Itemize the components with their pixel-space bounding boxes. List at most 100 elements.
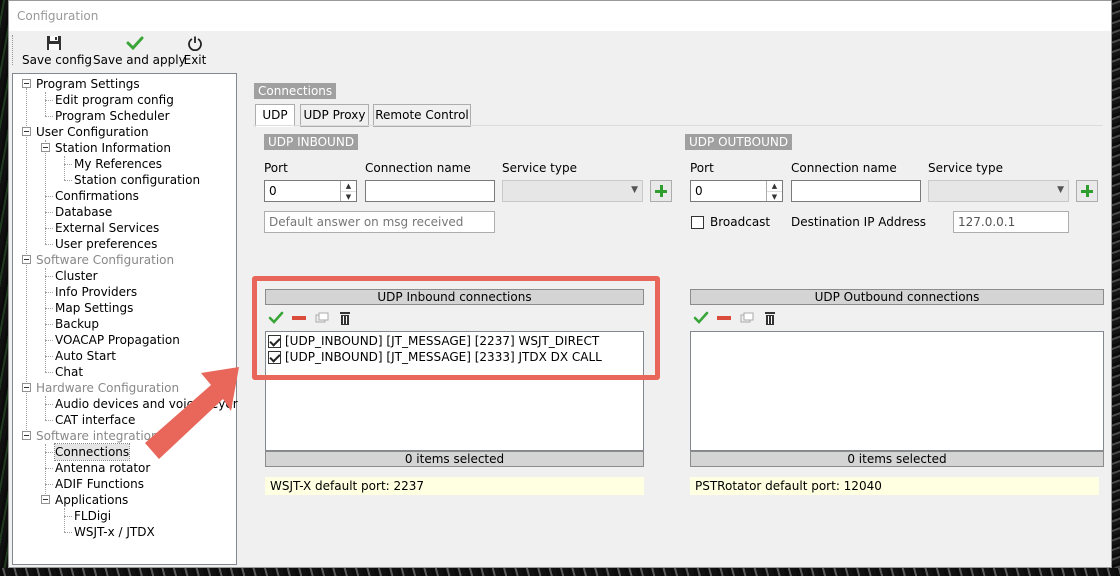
inbound-service-type-select[interactable]: ▼ bbox=[502, 180, 643, 202]
tree-database[interactable]: Database bbox=[55, 204, 112, 220]
tree-connector bbox=[45, 244, 53, 245]
tree-map-settings[interactable]: Map Settings bbox=[55, 300, 133, 316]
tree-user-configuration[interactable]: User Configuration bbox=[36, 124, 149, 140]
outbound-port-spinner[interactable]: ▲ ▼ bbox=[766, 181, 782, 201]
tree-connector bbox=[45, 116, 53, 117]
enable-check-icon[interactable] bbox=[693, 310, 709, 326]
tree-program-settings[interactable]: Program Settings bbox=[36, 76, 140, 92]
tab-pane-divider bbox=[253, 125, 1103, 126]
tree-cat-interface[interactable]: CAT interface bbox=[55, 412, 135, 428]
tree-program-scheduler[interactable]: Program Scheduler bbox=[55, 108, 170, 124]
tree-user-preferences[interactable]: User preferences bbox=[55, 236, 157, 252]
trash-icon[interactable] bbox=[337, 310, 353, 326]
spin-up-icon[interactable]: ▲ bbox=[341, 181, 356, 191]
destination-ip-input[interactable]: 127.0.0.1 bbox=[953, 211, 1069, 233]
desktop-background-right bbox=[1112, 0, 1120, 576]
default-answer-input[interactable]: Default answer on msg received bbox=[264, 211, 495, 233]
tree-connector bbox=[64, 180, 72, 181]
collapse-toggle[interactable] bbox=[22, 127, 31, 136]
list-item[interactable]: [UDP_INBOUND] [JT_MESSAGE] [2237] WSJT_D… bbox=[285, 333, 599, 349]
edit-window-icon[interactable] bbox=[314, 310, 330, 326]
inbound-service-type-label: Service type bbox=[502, 161, 577, 175]
collapse-toggle[interactable] bbox=[41, 143, 50, 152]
inbound-port-spinner[interactable]: ▲ ▼ bbox=[340, 181, 356, 201]
tree-antenna-rotator[interactable]: Antenna rotator bbox=[55, 460, 150, 476]
tree-hardware-configuration[interactable]: Hardware Configuration bbox=[36, 380, 179, 396]
tree-chat[interactable]: Chat bbox=[55, 364, 83, 380]
tree-fldigi[interactable]: FLDigi bbox=[74, 508, 111, 524]
tree-connector bbox=[45, 420, 53, 421]
tree-wsjt-jtdx[interactable]: WSJT-x / JTDX bbox=[74, 524, 155, 540]
inbound-connection-name-input[interactable] bbox=[365, 180, 495, 202]
save-config-label: Save config bbox=[22, 53, 92, 67]
tab-udp-proxy[interactable]: UDP Proxy bbox=[300, 104, 369, 127]
tree-connector bbox=[45, 228, 53, 229]
tree-station-information[interactable]: Station Information bbox=[55, 140, 171, 156]
tree-connections[interactable]: Connections bbox=[53, 443, 131, 461]
collapse-toggle[interactable] bbox=[22, 255, 31, 264]
save-and-apply-button[interactable]: Save and apply bbox=[93, 35, 186, 67]
tree-info-providers[interactable]: Info Providers bbox=[55, 284, 137, 300]
exit-label: Exit bbox=[183, 53, 207, 67]
spin-down-icon[interactable]: ▼ bbox=[767, 191, 782, 201]
tree-connector bbox=[45, 324, 53, 325]
tab-remote-control[interactable]: Remote Control bbox=[373, 104, 471, 127]
tree-connector bbox=[45, 212, 53, 213]
exit-button[interactable]: Exit bbox=[182, 35, 208, 67]
enable-check-icon[interactable] bbox=[268, 310, 284, 326]
tree-connector bbox=[45, 100, 53, 101]
chevron-down-icon: ▼ bbox=[631, 185, 638, 195]
tree-backup[interactable]: Backup bbox=[55, 316, 99, 332]
tree-adif-functions[interactable]: ADIF Functions bbox=[55, 476, 144, 492]
inbound-add-button[interactable] bbox=[650, 180, 672, 202]
tree-voacap-propagation[interactable]: VOACAP Propagation bbox=[55, 332, 180, 348]
remove-icon[interactable] bbox=[716, 310, 732, 326]
checkmark-icon bbox=[126, 36, 144, 51]
inbound-item-checkbox[interactable] bbox=[268, 335, 281, 348]
collapse-toggle[interactable] bbox=[41, 495, 50, 504]
save-config-button[interactable]: Save config bbox=[22, 35, 92, 67]
title-bar[interactable]: Configuration bbox=[9, 1, 1111, 31]
tree-external-services[interactable]: External Services bbox=[55, 220, 159, 236]
tree-confirmations[interactable]: Confirmations bbox=[55, 188, 139, 204]
inbound-item-checkbox[interactable] bbox=[268, 351, 281, 364]
tree-audio-devices[interactable]: Audio devices and voice keyer bbox=[55, 396, 238, 412]
outbound-selection-status: 0 items selected bbox=[690, 451, 1104, 467]
tree-applications[interactable]: Applications bbox=[55, 492, 128, 508]
udp-outbound-title: UDP OUTBOUND bbox=[685, 134, 793, 150]
desktop-background-left bbox=[0, 0, 8, 576]
tree-edit-program-config[interactable]: Edit program config bbox=[55, 92, 174, 108]
inbound-list-header: UDP Inbound connections bbox=[265, 289, 644, 305]
list-item[interactable]: [UDP_INBOUND] [JT_MESSAGE] [2333] JTDX D… bbox=[285, 349, 602, 365]
remove-icon[interactable] bbox=[291, 310, 307, 326]
collapse-toggle[interactable] bbox=[22, 79, 31, 88]
toolbar-grip[interactable] bbox=[12, 35, 14, 65]
configuration-window: Configuration Save config Save and apply… bbox=[8, 0, 1112, 568]
tree-my-references[interactable]: My References bbox=[74, 156, 162, 172]
edit-window-icon[interactable] bbox=[739, 310, 755, 326]
trash-icon[interactable] bbox=[762, 310, 778, 326]
inbound-port-hint: WSJT-X default port: 2237 bbox=[265, 477, 644, 495]
broadcast-checkbox[interactable] bbox=[691, 216, 704, 229]
spin-down-icon[interactable]: ▼ bbox=[341, 191, 356, 201]
connections-group-title: Connections bbox=[254, 83, 337, 99]
tree-station-configuration[interactable]: Station configuration bbox=[74, 172, 200, 188]
outbound-connections-list[interactable] bbox=[690, 331, 1104, 451]
power-icon bbox=[188, 36, 202, 51]
outbound-add-button[interactable] bbox=[1076, 180, 1098, 202]
settings-tree[interactable]: Program Settings Edit program config Pro… bbox=[12, 73, 238, 565]
outbound-connection-name-input[interactable] bbox=[791, 180, 921, 202]
tree-connector bbox=[45, 340, 53, 341]
collapse-toggle[interactable] bbox=[22, 431, 31, 440]
outbound-service-type-select[interactable]: ▼ bbox=[928, 180, 1069, 202]
tree-auto-start[interactable]: Auto Start bbox=[55, 348, 116, 364]
tree-software-configuration[interactable]: Software Configuration bbox=[36, 252, 174, 268]
spin-up-icon[interactable]: ▲ bbox=[767, 181, 782, 191]
collapse-toggle[interactable] bbox=[22, 383, 31, 392]
tree-software-integration[interactable]: Software integration bbox=[36, 428, 159, 444]
tab-udp[interactable]: UDP bbox=[255, 104, 295, 127]
inbound-connections-list[interactable]: [UDP_INBOUND] [JT_MESSAGE] [2237] WSJT_D… bbox=[265, 331, 644, 451]
floppy-disk-icon bbox=[47, 36, 61, 50]
tree-connector bbox=[64, 516, 72, 517]
tree-cluster[interactable]: Cluster bbox=[55, 268, 98, 284]
